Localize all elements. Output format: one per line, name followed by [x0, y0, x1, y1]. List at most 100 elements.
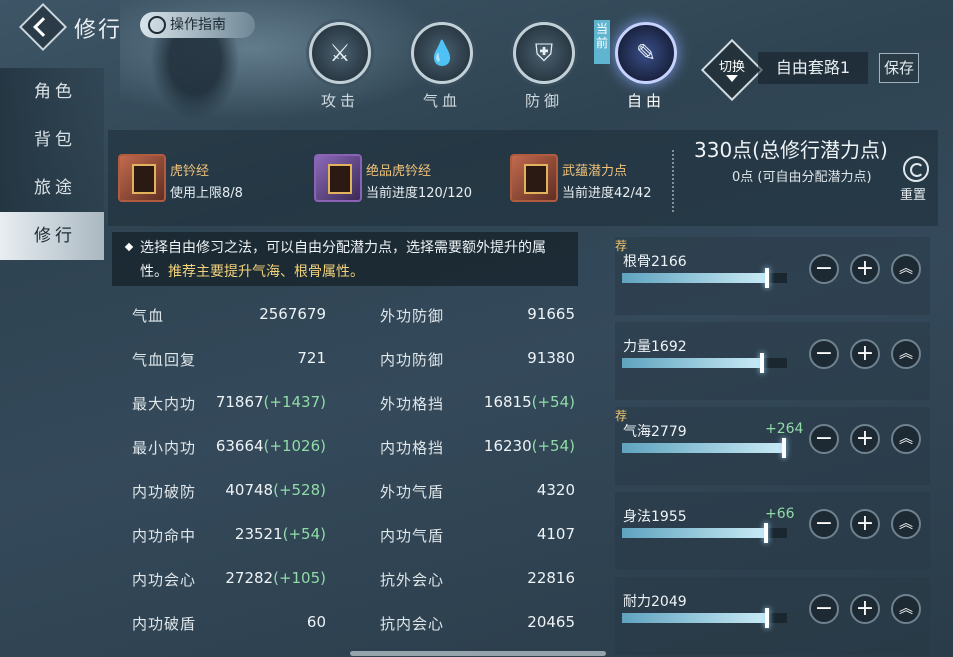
back-button[interactable] [18, 2, 68, 52]
tab-attack[interactable]: ⚔ 攻击 [305, 22, 375, 111]
free-points: 0点 (可自由分配潜力点) [732, 170, 872, 185]
attribute-bar[interactable] [622, 353, 787, 373]
stat-bonus: (+54) [531, 437, 575, 455]
stat-value: 20465 [527, 613, 575, 631]
plus-button[interactable]: + [850, 339, 880, 369]
stat-number: 27282 [225, 569, 274, 587]
stat-value: 40748(+528) [225, 481, 326, 499]
slider-handle[interactable] [760, 353, 765, 373]
stat-bonus: (+54) [282, 525, 326, 543]
save-button[interactable]: 保存 [879, 53, 919, 83]
minus-button[interactable]: − [809, 424, 839, 454]
slider-handle[interactable] [765, 608, 770, 628]
stat-label: 内功破盾 [132, 615, 197, 633]
stat-value: 23521(+54) [235, 525, 326, 543]
plus-button[interactable]: + [850, 509, 880, 539]
max-up-button[interactable]: ︽ [891, 594, 921, 624]
max-up-button[interactable]: ︽ [891, 509, 921, 539]
minus-button[interactable]: − [809, 594, 839, 624]
attribute-bar[interactable] [622, 523, 787, 543]
stat-label: 抗内会心 [380, 615, 445, 633]
stat-value: 4107 [537, 525, 575, 543]
plan-name[interactable]: 自由套路1 [758, 52, 868, 84]
guide-label: 操作指南 [170, 17, 226, 33]
stat-label: 外功格挡 [380, 395, 445, 413]
stat-value: 91665 [527, 305, 575, 323]
shield-icon: ⛨ [513, 22, 575, 84]
max-up-button[interactable]: ︽ [891, 254, 921, 284]
attribute-bar-fill [622, 523, 768, 543]
sidebar: 角色 背包 旅途 修行 [0, 68, 104, 260]
tab-free[interactable]: ✎ 自由 [611, 22, 681, 111]
stat-number: 721 [297, 349, 326, 367]
attribute-label: 耐力2049 [623, 594, 687, 610]
tab-label: 攻击 [320, 92, 359, 110]
stat-value: 60 [307, 613, 326, 631]
stat-bonus: (+528) [273, 481, 326, 499]
attribute-bar[interactable] [622, 608, 787, 628]
reset-label[interactable]: 重置 [900, 184, 926, 203]
sidebar-item-cultivation[interactable]: 修行 [0, 212, 104, 260]
stat-number: 63664 [215, 437, 264, 455]
stat-label: 内功格挡 [380, 439, 445, 457]
divider [672, 150, 674, 212]
minus-button[interactable]: − [809, 509, 839, 539]
stat-value: 721 [297, 349, 326, 367]
guide-button[interactable]: 操作指南 [140, 12, 255, 38]
attribute-label: 力量1692 [623, 339, 687, 355]
slider-handle[interactable] [781, 438, 786, 458]
book-icon [314, 154, 362, 202]
slider-handle[interactable] [763, 523, 768, 543]
sidebar-item-character[interactable]: 角色 [0, 68, 104, 116]
stat-number: 2567679 [259, 305, 326, 323]
stat-number: 23521 [234, 525, 283, 543]
back-arrow-icon [33, 17, 53, 37]
attribute-bar[interactable] [622, 268, 787, 288]
tab-health[interactable]: 💧 气血 [407, 22, 477, 111]
stat-label: 气血回复 [132, 351, 197, 369]
stat-number: 71867 [215, 393, 264, 411]
book-icon [510, 154, 558, 202]
book-icon: ✎ [615, 22, 677, 84]
minus-button[interactable]: − [809, 339, 839, 369]
minus-button[interactable]: − [809, 254, 839, 284]
stat-value: 91380 [527, 349, 575, 367]
search-icon [148, 16, 166, 34]
reset-icon[interactable] [903, 156, 929, 182]
stat-value: 22816 [527, 569, 575, 587]
item-name: 虎钤经 [170, 164, 210, 179]
scroll-indicator[interactable] [350, 651, 606, 656]
attribute-row: 力量1692 − + ︽ [615, 322, 930, 400]
stat-number: 40748 [225, 481, 274, 499]
sidebar-item-bag[interactable]: 背包 [0, 116, 104, 164]
plus-button[interactable]: + [850, 594, 880, 624]
tab-defense[interactable]: ⛨ 防御 [509, 22, 579, 111]
stat-label: 内功气盾 [380, 527, 445, 545]
sidebar-item-journey[interactable]: 旅途 [0, 164, 104, 212]
switch-label: 切换 [718, 60, 745, 75]
item-name: 绝品虎钤经 [366, 164, 432, 179]
max-up-button[interactable]: ︽ [891, 424, 921, 454]
chevron-down-icon [726, 75, 738, 82]
max-up-button[interactable]: ︽ [891, 339, 921, 369]
plus-button[interactable]: + [850, 424, 880, 454]
item-progress: 使用上限8/8 [170, 186, 243, 201]
item-progress: 当前进度42/42 [562, 186, 652, 201]
attribute-label: 气海2779 [623, 424, 687, 440]
attribute-label: 身法1955 [623, 509, 687, 525]
stat-number: 20465 [527, 613, 575, 631]
slider-handle[interactable] [765, 268, 770, 288]
stat-label: 外功气盾 [380, 483, 445, 501]
stat-value: 2567679 [259, 305, 326, 323]
attribute-bar[interactable] [622, 438, 787, 458]
stat-number: 16230 [483, 437, 532, 455]
stat-bonus: (+105) [273, 569, 326, 587]
stat-number: 22816 [527, 569, 575, 587]
stat-label: 最小内功 [132, 439, 197, 457]
stat-value: 27282(+105) [225, 569, 326, 587]
book-icon [118, 154, 166, 202]
stat-label: 内功防御 [380, 351, 445, 369]
tab-label: 防御 [524, 92, 563, 110]
plus-button[interactable]: + [850, 254, 880, 284]
attribute-bar-fill [622, 353, 765, 373]
